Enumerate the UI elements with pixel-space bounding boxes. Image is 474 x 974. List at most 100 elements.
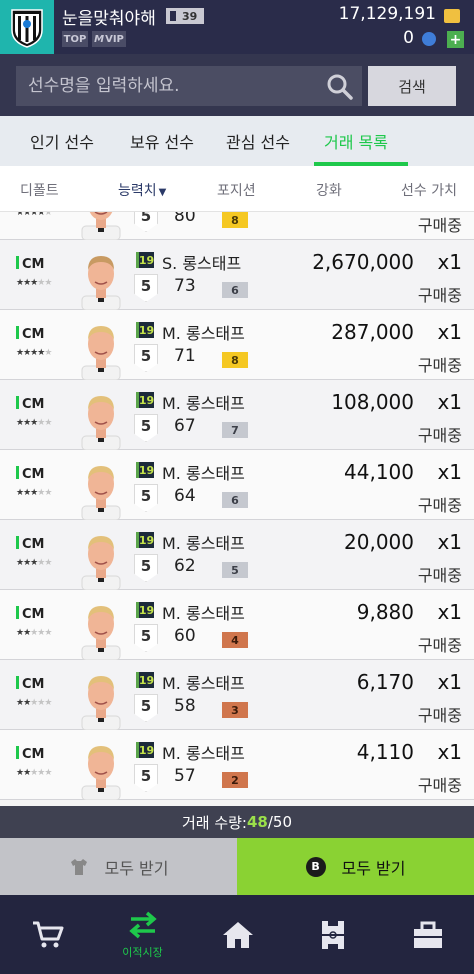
player-name: M. 롱스태프 <box>162 464 245 483</box>
cash-balance: 0 <box>403 28 414 48</box>
nav-squad[interactable] <box>285 895 380 974</box>
sort-ovr[interactable]: 능력치 ▼ <box>118 180 166 200</box>
player-position: CM <box>16 536 44 552</box>
trade-count-bar: 거래 수량: 48 /50 <box>0 806 474 838</box>
player-face <box>81 536 121 590</box>
player-name: S. 롱스태프 <box>162 254 242 273</box>
player-position: CM <box>16 256 44 272</box>
vip-tag: M VIP <box>92 31 126 47</box>
player-name: M. 롱스태프 <box>162 674 245 693</box>
player-name: M. 롱스태프 <box>162 744 245 763</box>
trade-quantity: x1 <box>437 530 462 554</box>
table-row[interactable]: CM ★★★★★ 19 S. 롱스태프 5 73 6 2,670,000 x1 구매중 <box>0 240 474 310</box>
season-badge: 19 <box>136 252 154 268</box>
grade-badge: 5 <box>134 764 158 792</box>
table-row[interactable]: CM ★★★★★ 19 M. 롱스태프 5 67 7 108,000 x1 구매중 <box>0 380 474 450</box>
nav-club[interactable] <box>380 895 474 974</box>
trade-quantity: x1 <box>437 740 462 764</box>
nav-transfer-market[interactable]: 이적시장 <box>95 895 190 974</box>
player-name: M. 롱스태프 <box>162 604 245 623</box>
player-position: CM <box>16 466 44 482</box>
player-name: M. 롱스태프 <box>162 534 245 553</box>
table-row[interactable]: CM ★★★★★ 19 M. 롱스태프 5 64 6 44,100 x1 구매중 <box>0 450 474 520</box>
player-face <box>81 746 121 800</box>
trade-price: 9,880 <box>356 600 414 624</box>
upgrade-badge: 3 <box>222 702 248 718</box>
upgrade-badge: 2 <box>222 772 248 788</box>
table-row[interactable]: CM ★★★★★ 19 M. 롱스태프 5 57 2 4,110 x1 구매중 <box>0 730 474 800</box>
table-row[interactable]: ★★★★★ 5 80 8 구매중 <box>0 212 474 240</box>
club-logo[interactable] <box>0 0 54 54</box>
player-ovr: 71 <box>174 346 196 366</box>
player-stars: ★★★★★ <box>16 418 52 428</box>
receive-all-coins-button[interactable]: B 모두 받기 <box>237 838 474 895</box>
season-badge: 19 <box>136 742 154 758</box>
coin-balance: 17,129,191 <box>338 4 436 24</box>
table-row[interactable]: CM ★★★★★ 19 M. 롱스태프 5 62 5 20,000 x1 구매중 <box>0 520 474 590</box>
season-badge: 19 <box>136 672 154 688</box>
trade-price: 6,170 <box>356 670 414 694</box>
sort-default[interactable]: 디폴트 <box>20 180 59 200</box>
trade-price: 2,670,000 <box>312 250 414 274</box>
top-tag: TOP <box>62 31 88 47</box>
sort-desc-icon: ▼ <box>158 187 167 198</box>
trade-list[interactable]: ★★★★★ 5 80 8 구매중 CM ★★★★★ 19 S. 롱스태프 5 7 3 6 2,670,00… <box>0 212 474 806</box>
nav-shop[interactable] <box>0 895 95 974</box>
player-face <box>81 606 121 660</box>
table-row[interactable]: CM ★★★★★ 19 M. 롱스태프 5 71 8 287,000 x1 구매중 <box>0 310 474 380</box>
trade-status: 구매중 <box>417 636 462 655</box>
player-position: CM <box>16 606 44 622</box>
tab-bar: 인기 선수 보유 선수 관심 선수 거래 목록 <box>0 116 474 166</box>
table-row[interactable]: CM ★★★★★ 19 M. 롱스태프 5 60 4 9,880 x1 구매중 <box>0 590 474 660</box>
trade-status: 구매중 <box>417 216 462 235</box>
sort-value[interactable]: 선수 가치 <box>401 180 457 200</box>
receive-all-players-button[interactable]: 모두 받기 <box>0 838 237 895</box>
search-input[interactable] <box>16 66 362 106</box>
grade-badge: 5 <box>134 212 158 232</box>
trade-status: 구매중 <box>417 706 462 725</box>
search-icon[interactable] <box>326 73 354 101</box>
trade-quantity: x1 <box>437 320 462 344</box>
player-ovr: 58 <box>174 696 196 716</box>
player-stars: ★★★★★ <box>16 278 52 288</box>
tab-trade-list[interactable]: 거래 목록 <box>324 129 388 153</box>
trade-status: 구매중 <box>417 426 462 445</box>
season-badge: 19 <box>136 322 154 338</box>
field-icon <box>321 920 344 949</box>
tab-owned[interactable]: 보유 선수 <box>130 129 194 153</box>
upgrade-badge: 7 <box>222 422 248 438</box>
grade-badge: 5 <box>134 624 158 652</box>
player-face <box>81 256 121 310</box>
season-badge: 19 <box>136 392 154 408</box>
trade-quantity: x1 <box>437 250 462 274</box>
player-ovr: 67 <box>174 416 196 436</box>
player-face <box>81 326 121 380</box>
level-badge: 39 <box>166 8 204 24</box>
season-badge: 19 <box>136 532 154 548</box>
player-name: M. 롱스태프 <box>162 394 245 413</box>
player-ovr: 64 <box>174 486 196 506</box>
player-face <box>81 676 121 730</box>
top-header: 눈을맞춰야해 39 TOP M VIP 17,129,191 0 + <box>0 0 474 54</box>
nav-home[interactable] <box>190 895 285 974</box>
player-stars: ★★★★★ <box>16 348 52 358</box>
tab-favorites[interactable]: 관심 선수 <box>226 129 290 153</box>
tab-popular[interactable]: 인기 선수 <box>30 129 94 153</box>
bottom-nav: 이적시장 <box>0 895 474 974</box>
upgrade-badge: 6 <box>222 282 248 298</box>
home-icon <box>222 921 253 948</box>
nav-transfer-label: 이적시장 <box>122 945 163 959</box>
trade-status: 구매중 <box>417 566 462 585</box>
grade-badge: 5 <box>134 484 158 512</box>
player-face <box>81 466 121 520</box>
player-stars: ★★★★★ <box>16 558 52 568</box>
cash-icon <box>422 32 436 46</box>
player-position: CM <box>16 396 44 412</box>
player-name: M. 롱스태프 <box>162 324 245 343</box>
search-button[interactable]: 검색 <box>368 66 456 106</box>
table-row[interactable]: CM ★★★★★ 19 M. 롱스태프 5 58 3 6,170 x1 구매중 <box>0 660 474 730</box>
sort-position[interactable]: 포지션 <box>217 180 256 200</box>
add-cash-button[interactable]: + <box>447 31 464 48</box>
briefcase-icon <box>413 921 442 948</box>
sort-upgrade[interactable]: 강화 <box>316 180 342 200</box>
